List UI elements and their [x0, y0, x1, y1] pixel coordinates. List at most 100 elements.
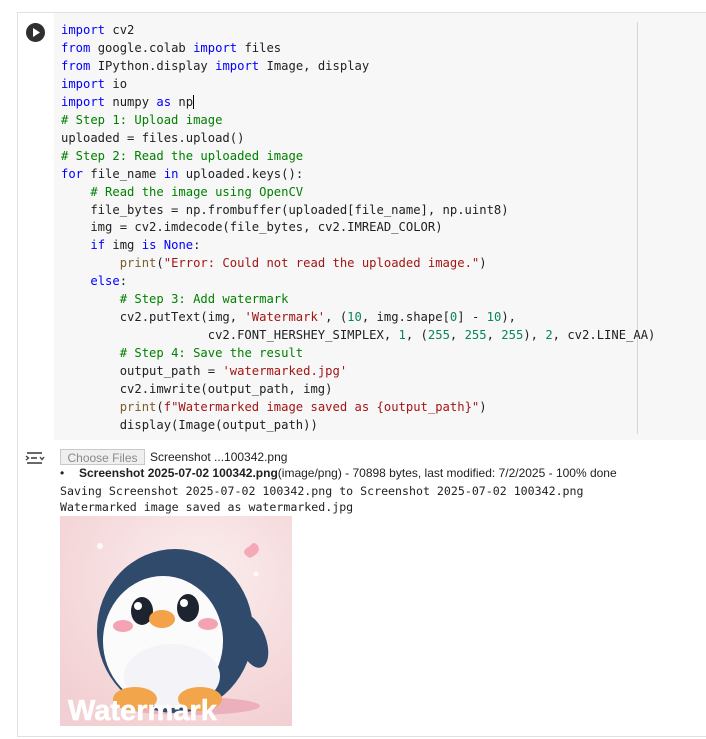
- code-token: cv2.putText(img,: [61, 310, 245, 325]
- code-token: google.colab: [90, 40, 194, 55]
- code-token: is: [141, 238, 157, 253]
- code-line: # Step 2: Read the uploaded image: [61, 148, 655, 166]
- code-line: import numpy as np: [61, 94, 655, 112]
- code-token: display(Image(output_path)): [61, 417, 318, 432]
- code-line: # Step 1: Upload image: [61, 112, 655, 130]
- code-token: cv2.FONT_HERSHEY_SIMPLEX,: [61, 328, 399, 343]
- code-token: :: [193, 238, 201, 253]
- code-token: img: [105, 238, 142, 253]
- code-line: uploaded = files.upload(): [61, 130, 655, 148]
- code-token: for: [61, 166, 84, 181]
- code-token: 'watermarked.jpg': [222, 364, 348, 379]
- code-token: ,: [486, 328, 502, 343]
- code-token: # Read the image using OpenCV: [90, 184, 304, 199]
- code-token: 'Watermark': [244, 310, 326, 325]
- code-token: from: [61, 40, 91, 55]
- code-token: as: [156, 94, 172, 109]
- code-token: f"Watermarked image saved as {output_pat…: [163, 400, 480, 415]
- run-cell-button[interactable]: [26, 23, 45, 42]
- code-token: # Step 2: Read the uploaded image: [61, 148, 304, 163]
- code-token: Image, display: [259, 58, 370, 73]
- code-line: import cv2: [61, 22, 655, 40]
- code-token: import: [61, 76, 106, 91]
- watermarked-image: Watermark: [60, 516, 292, 727]
- code-token: 2: [545, 328, 553, 343]
- code-token: 10: [347, 310, 362, 325]
- code-token: import: [61, 23, 106, 37]
- code-token: "Error: Could not read the uploaded imag…: [163, 256, 480, 271]
- code-line: # Read the image using OpenCV: [61, 184, 655, 202]
- code-token: None: [163, 238, 194, 253]
- code-token: file_bytes = np.frombuffer(uploaded[file…: [61, 202, 509, 217]
- code-token: uploaded = files.upload(): [61, 130, 245, 145]
- output-collapse-icon[interactable]: [25, 451, 47, 467]
- code-line: else:: [61, 273, 655, 291]
- upload-file-item: • Screenshot 2025-07-02 100342.png(image/…: [60, 466, 617, 481]
- code-line: display(Image(output_path)): [61, 417, 655, 435]
- code-token: import: [215, 58, 260, 73]
- text-cursor: [193, 95, 195, 110]
- play-icon: [33, 28, 40, 37]
- code-token: import: [61, 94, 106, 109]
- code-token: :: [119, 274, 128, 289]
- chosen-file-label: Screenshot ...100342.png: [150, 450, 288, 464]
- code-token: ): [479, 256, 487, 271]
- code-line: # Step 3: Add watermark: [61, 291, 655, 309]
- code-token: output_path =: [61, 364, 223, 379]
- code-line: output_path = 'watermarked.jpg': [61, 363, 655, 381]
- code-token: 1: [398, 328, 406, 343]
- code-line: print(f"Watermarked image saved as {outp…: [61, 399, 655, 417]
- code-token: from: [61, 58, 91, 73]
- code-token: print: [119, 256, 157, 271]
- stdout-line: Saving Screenshot 2025-07-02 100342.png …: [60, 484, 584, 498]
- code-token: , img.shape[: [361, 310, 450, 325]
- code-token: ),: [523, 328, 546, 343]
- code-line: cv2.FONT_HERSHEY_SIMPLEX, 1, ( 255, 255 , …: [61, 327, 656, 345]
- code-line: # Step 4: Save the result: [61, 345, 655, 363]
- bullet-icon: •: [60, 466, 65, 480]
- code-token: ] -: [457, 310, 487, 325]
- code-token: 10: [486, 310, 502, 325]
- code-token: np: [171, 94, 194, 109]
- code-token: , (: [405, 328, 428, 343]
- code-token: if: [90, 238, 106, 253]
- code-line: from google.colab import files: [61, 40, 655, 58]
- code-text[interactable]: import cv2 from google.colab import files…: [61, 22, 655, 435]
- code-line: cv2.imwrite(output_path, img): [61, 381, 655, 399]
- code-token: IPython.display: [90, 58, 216, 73]
- stdout-output: Saving Screenshot 2025-07-02 100342.png …: [60, 483, 584, 515]
- code-token: files: [237, 40, 282, 55]
- code-token: img = cv2.imdecode(file_bytes, cv2.IMREA…: [61, 220, 443, 235]
- code-token: # Step 3: Add watermark: [119, 292, 289, 307]
- code-line: cv2.putText(img, 'Watermark', (10, img.s…: [61, 309, 655, 327]
- code-token: 255: [464, 328, 487, 343]
- code-token: print: [119, 400, 157, 415]
- watermark-text: Watermark: [68, 695, 218, 726]
- code-token: 255: [501, 328, 524, 343]
- uploaded-file-name: Screenshot 2025-07-02 100342.png: [79, 466, 278, 480]
- code-line: img = cv2.imdecode(file_bytes, cv2.IMREA…: [61, 219, 655, 237]
- code-line: for file_name in uploaded.keys():: [61, 166, 655, 184]
- code-token: ),: [501, 310, 516, 325]
- code-token: # Step 4: Save the result: [119, 346, 304, 361]
- code-line: file_bytes = np.frombuffer(uploaded[file…: [61, 202, 655, 220]
- code-token: (: [156, 256, 164, 271]
- uploaded-file-details: (image/png) - 70898 bytes, last modified…: [277, 466, 617, 480]
- code-token: in: [163, 166, 179, 181]
- code-token: file_name: [83, 166, 164, 181]
- code-token: , cv2.LINE_AA): [552, 328, 656, 343]
- code-token: # Step 1: Upload image: [61, 112, 223, 127]
- code-token: cv2.imwrite(output_path, img): [61, 382, 333, 397]
- code-token: numpy: [105, 94, 157, 109]
- stdout-line: Watermarked image saved as watermarked.j…: [60, 500, 354, 514]
- code-token: else: [90, 274, 120, 289]
- choose-files-button[interactable]: Choose Files: [60, 449, 145, 465]
- code-line: import io: [61, 76, 655, 94]
